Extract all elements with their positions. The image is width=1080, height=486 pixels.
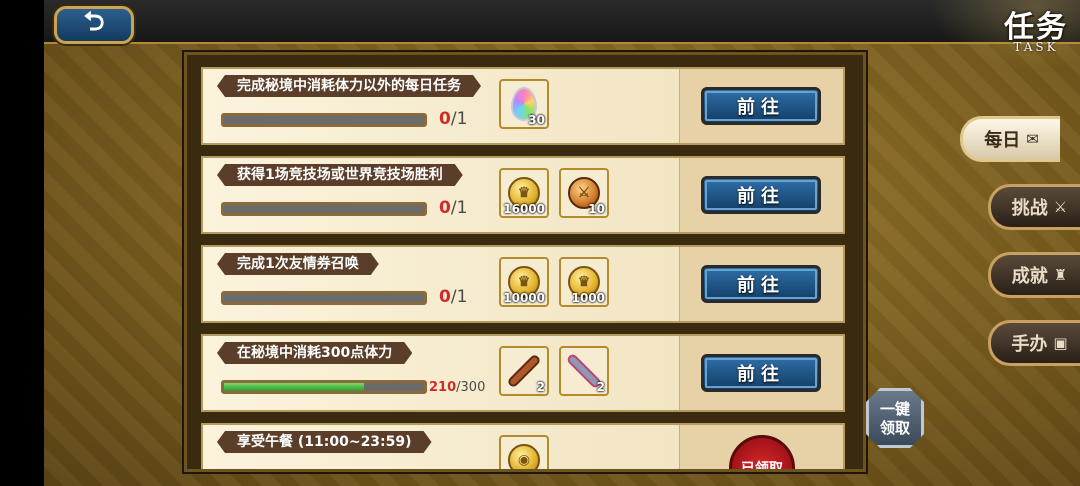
reward-item[interactable]: 2 <box>499 346 549 396</box>
figure-box-icon: ▣ <box>1053 334 1068 352</box>
reward-item[interactable]: ♛ 10000 <box>499 257 549 307</box>
reward-item[interactable]: 2 <box>559 346 609 396</box>
reward-qty: 30 <box>528 113 545 127</box>
reward-list: 2 2 <box>499 346 609 396</box>
task-count: 0/1 <box>439 287 468 307</box>
task-row: 完成秘境中消耗体力以外的每日任务 0/1 30 前往 <box>201 67 845 145</box>
task-name: 完成1次友情券召唤 <box>217 253 379 275</box>
tab-label: 手办 <box>1011 334 1048 355</box>
task-row: 在秘境中消耗300点体力 210/300 2 2 前往 <box>201 334 845 412</box>
reward-list: ♛ 10000 ♛ 1000 <box>499 257 609 307</box>
trophy-icon: ♜ <box>1053 266 1068 284</box>
tab-label: 挑战 <box>1011 198 1048 219</box>
task-name: 在秘境中消耗300点体力 <box>217 342 412 364</box>
go-button[interactable]: 前往 <box>701 265 821 303</box>
reward-list: ◉ <box>499 435 549 469</box>
reward-qty: 2 <box>596 380 605 394</box>
reward-item[interactable]: ⚔ 10 <box>559 168 609 218</box>
page-title: 任务 TASK <box>1004 2 1068 54</box>
undo-arrow-icon: ⮌ <box>83 7 105 37</box>
task-count: 210/300 <box>429 380 486 395</box>
tab-achievement[interactable]: 成就 ♜ <box>988 252 1080 298</box>
reward-list: 30 <box>499 79 549 129</box>
reward-qty: 1000 <box>571 291 605 305</box>
reward-item[interactable]: ♛ 16000 <box>499 168 549 218</box>
tab-label: 成就 <box>1011 266 1048 287</box>
task-count: 0/1 <box>439 109 468 129</box>
tab-daily[interactable]: 每日 ✉ <box>960 116 1060 162</box>
task-name: 完成秘境中消耗体力以外的每日任务 <box>217 75 481 97</box>
task-name: 享受午餐 (11:00~23:59) <box>217 431 432 453</box>
go-button[interactable]: 前往 <box>701 354 821 392</box>
tab-challenge[interactable]: 挑战 ⚔ <box>988 184 1080 230</box>
task-progress-bar <box>221 202 427 216</box>
tab-label: 每日 <box>984 130 1021 151</box>
reward-qty: 2 <box>536 380 545 394</box>
task-row: 享受午餐 (11:00~23:59) ◉ 已领取 <box>201 423 845 469</box>
go-button[interactable]: 前往 <box>701 87 821 125</box>
reward-qty: 16000 <box>503 202 545 216</box>
reward-qty: 10000 <box>503 291 545 305</box>
progress-fill <box>224 383 364 391</box>
sword-icon <box>568 355 600 387</box>
reward-item[interactable]: 30 <box>499 79 549 129</box>
task-progress-bar <box>221 291 427 305</box>
go-button[interactable]: 前往 <box>701 176 821 214</box>
task-row: 获得1场竞技场或世界竞技场胜利 0/1 ♛ 16000 ⚔ 10 前往 <box>201 156 845 234</box>
claim-all-line2: 领取 <box>879 419 910 437</box>
task-count: 0/1 <box>439 198 468 218</box>
game-screen: ⮌ 任务 TASK 完成秘境中消耗体力以外的每日任务 0/1 30 前往 获得1… <box>44 0 1080 486</box>
back-button[interactable]: ⮌ <box>54 6 134 44</box>
top-bar: ⮌ <box>44 0 1080 44</box>
reward-qty: 10 <box>588 202 605 216</box>
claim-all-line1: 一键 <box>879 400 910 418</box>
tab-figure[interactable]: 手办 ▣ <box>988 320 1080 366</box>
title-english: TASK <box>1013 40 1059 54</box>
scroll-icon: ✉ <box>1026 130 1039 148</box>
task-progress-bar <box>221 380 427 394</box>
claim-all-button[interactable]: 一键 领取 <box>866 388 924 448</box>
crossed-swords-icon: ⚔ <box>1053 198 1068 216</box>
food-icon: ◉ <box>508 444 540 469</box>
task-name: 获得1场竞技场或世界竞技场胜利 <box>217 164 463 186</box>
task-row: 完成1次友情券召唤 0/1 ♛ 10000 ♛ 1000 前往 <box>201 245 845 323</box>
task-progress-bar <box>221 113 427 127</box>
task-list-panel[interactable]: 完成秘境中消耗体力以外的每日任务 0/1 30 前往 获得1场竞技场或世界竞技场… <box>184 52 866 472</box>
reward-item[interactable]: ♛ 1000 <box>559 257 609 307</box>
reward-item[interactable]: ◉ <box>499 435 549 469</box>
scepter-icon <box>509 356 539 386</box>
reward-list: ♛ 16000 ⚔ 10 <box>499 168 609 218</box>
